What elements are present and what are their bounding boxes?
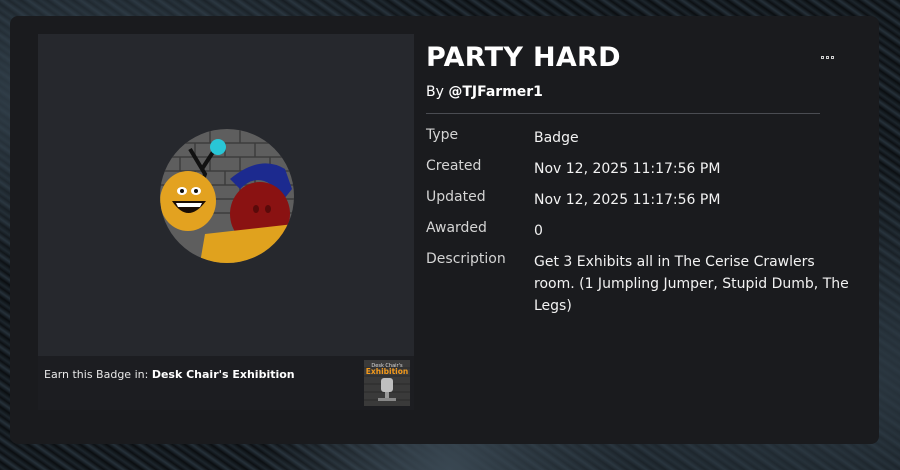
detail-label: Type (426, 127, 459, 143)
thumb-text-main: Exhibition (366, 367, 408, 376)
detail-value: Nov 12, 2025 11:17:56 PM (534, 161, 721, 177)
earn-prefix: Earn this Badge in: (44, 368, 149, 381)
game-link[interactable]: Desk Chair's Exhibition (152, 368, 295, 381)
earn-badge-bar: Earn this Badge in: Desk Chair's Exhibit… (38, 356, 414, 410)
detail-value: Nov 12, 2025 11:17:56 PM (534, 192, 721, 208)
detail-value: 0 (534, 223, 543, 239)
detail-value: Get 3 Exhibits all in The Cerise Crawler… (534, 254, 849, 314)
badge-title: PARTY HARD (426, 42, 621, 73)
ellipsis-icon (820, 55, 824, 59)
detail-label: Awarded (426, 220, 487, 236)
divider (426, 113, 820, 114)
ellipsis-icon (830, 55, 834, 59)
detail-label: Created (426, 158, 482, 174)
earn-badge-text: Earn this Badge in: Desk Chair's Exhibit… (44, 368, 295, 381)
badge-media-panel: Earn this Badge in: Desk Chair's Exhibit… (38, 34, 414, 410)
ellipsis-icon (825, 55, 829, 59)
by-prefix: By (426, 84, 444, 100)
badge-image (160, 129, 294, 263)
creator-byline: By @TJFarmer1 (426, 84, 543, 100)
detail-label: Description (426, 251, 506, 267)
game-thumbnail[interactable]: Desk Chair's Exhibition (364, 360, 410, 406)
detail-value: Badge (534, 130, 579, 146)
more-options-button[interactable] (816, 48, 838, 66)
detail-label: Updated (426, 189, 486, 205)
creator-link[interactable]: @TJFarmer1 (448, 84, 543, 100)
badge-details-card: Earn this Badge in: Desk Chair's Exhibit… (10, 16, 879, 444)
